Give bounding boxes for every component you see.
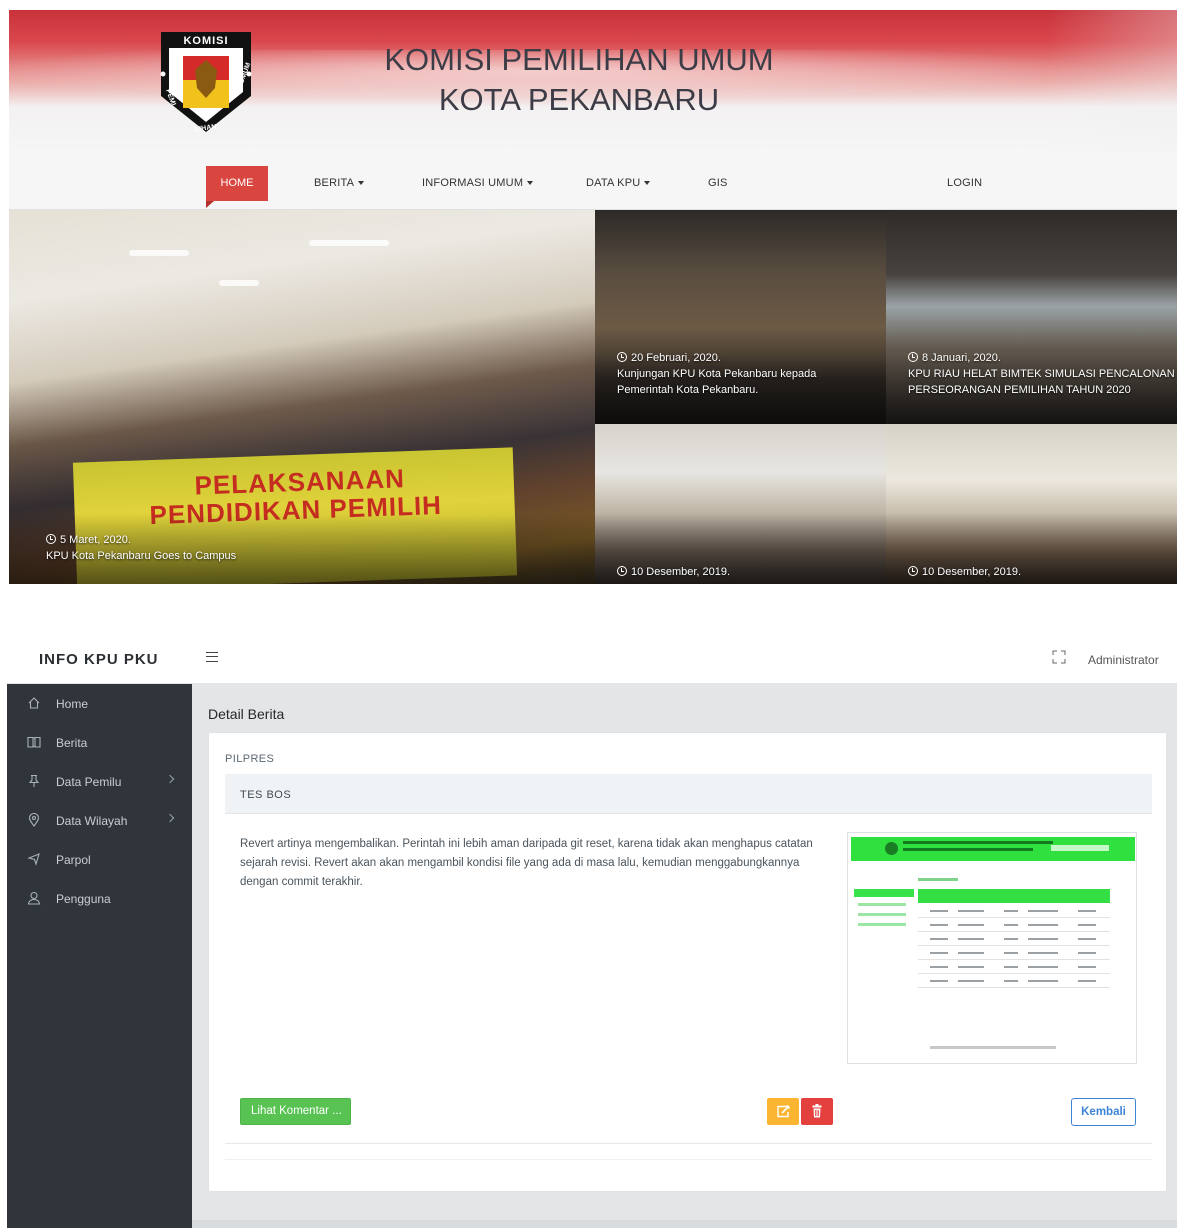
news-title-bar: TES BOS	[225, 774, 1152, 814]
news-title-line-1[interactable]: Kunjungan KPU Kota Pekanbaru kepada	[617, 366, 816, 382]
nav-berita-label: BERITA	[314, 177, 355, 189]
site-title: KOMISI PEMILIHAN UMUM KOTA PEKANBARU	[369, 40, 789, 120]
flag-icon	[27, 853, 40, 866]
edit-button[interactable]	[767, 1098, 799, 1125]
news-image	[847, 832, 1137, 1064]
location-icon	[28, 813, 40, 827]
news-title: TES BOS	[240, 789, 292, 801]
news-photo-featured[interactable]: PELAKSANAAN PENDIDIKAN PEMILIH 5 Maret, …	[9, 210, 595, 584]
nav-login[interactable]: LOGIN	[947, 177, 982, 189]
clock-icon	[617, 352, 627, 362]
news-date: 8 Januari, 2020.	[922, 352, 1001, 364]
home-icon	[28, 697, 40, 709]
site-title-line-1: KOMISI PEMILIHAN UMUM	[384, 42, 774, 77]
sidebar: Home Berita Data Pemilu Data Wilayah Par…	[7, 684, 192, 1228]
news-caption: 5 Maret, 2020. KPU Kota Pekanbaru Goes t…	[46, 532, 236, 564]
divider	[225, 1159, 1152, 1160]
delete-button[interactable]	[801, 1098, 833, 1125]
news-caption: 10 Desember, 2019.	[908, 564, 1021, 580]
news-photo-4[interactable]: 10 Desember, 2019.	[595, 424, 886, 584]
user-menu[interactable]: Administrator	[1088, 653, 1159, 667]
site-header: KOMISI PEMI LIHAN UMUM KOMISI PEMILIHAN …	[9, 10, 1177, 153]
news-date: 10 Desember, 2019.	[922, 566, 1022, 578]
footer	[192, 1220, 1177, 1228]
logo-top-text: KOMISI	[183, 35, 228, 47]
page-title: Detail Berita	[208, 706, 285, 722]
sidebar-item-label: Data Pemilu	[56, 775, 122, 789]
news-photo-2[interactable]: 20 Februari, 2020. Kunjungan KPU Kota Pe…	[595, 210, 886, 424]
nav-home[interactable]: HOME	[206, 166, 268, 208]
nav-data-kpu-label: DATA KPU	[586, 177, 641, 189]
news-date: 20 Februari, 2020.	[631, 352, 721, 364]
news-body: Revert artinya mengembalikan. Perintah i…	[240, 838, 813, 888]
trash-icon	[812, 1104, 822, 1118]
sidebar-item-label: Home	[56, 697, 89, 711]
news-title-line-2[interactable]: Pemerintah Kota Pekanbaru.	[617, 382, 816, 398]
caret-down-icon	[644, 181, 651, 186]
kpu-logo[interactable]: KOMISI PEMI LIHAN UMUM	[157, 24, 255, 136]
admin-topbar: INFO KPU PKU Administrator	[7, 632, 1177, 684]
news-title-line-1[interactable]: KPU RIAU HELAT BIMTEK SIMULASI PENCALONA…	[908, 366, 1175, 382]
admin-brand[interactable]: INFO KPU PKU	[39, 651, 159, 668]
kpu-website-screenshot: KOMISI PEMI LIHAN UMUM KOMISI PEMILIHAN …	[9, 10, 1177, 584]
caret-down-icon	[527, 181, 534, 186]
nav-informasi-label: INFORMASI UMUM	[422, 177, 524, 189]
news-detail-card: PILPRES TES BOS Revert artinya mengembal…	[208, 732, 1167, 1192]
sidebar-item-home[interactable]: Home	[7, 684, 192, 723]
clock-icon	[617, 566, 627, 576]
news-gallery: PELAKSANAAN PENDIDIKAN PEMILIH 5 Maret, …	[9, 210, 1177, 584]
nav-informasi-umum[interactable]: INFORMASI UMUM	[422, 177, 534, 189]
sidebar-item-label: Parpol	[56, 853, 91, 867]
site-navbar: HOME BERITA INFORMASI UMUM DATA KPU GIS …	[9, 153, 1177, 210]
user-icon	[27, 891, 41, 905]
sidebar-item-berita[interactable]: Berita	[7, 723, 192, 762]
chevron-right-icon	[165, 813, 175, 823]
kembali-button[interactable]: Kembali	[1071, 1098, 1136, 1126]
clock-icon	[908, 352, 918, 362]
news-caption: 10 Desember, 2019.	[617, 564, 730, 580]
clock-icon	[908, 566, 918, 576]
nav-data-kpu[interactable]: DATA KPU	[586, 177, 651, 189]
nav-gis[interactable]: GIS	[708, 177, 728, 189]
sidebar-item-parpol[interactable]: Parpol	[7, 840, 192, 879]
news-photo-5[interactable]: 10 Desember, 2019.	[886, 424, 1177, 584]
edit-icon	[777, 1104, 791, 1118]
news-date: 5 Maret, 2020.	[60, 534, 131, 546]
news-title[interactable]: KPU Kota Pekanbaru Goes to Campus	[46, 548, 236, 564]
caret-down-icon	[358, 181, 365, 186]
sidebar-item-data-pemilu[interactable]: Data Pemilu	[7, 762, 192, 801]
admin-panel-screenshot: INFO KPU PKU Administrator Home Berita D…	[7, 632, 1177, 1228]
lihat-komentar-button[interactable]: Lihat Komentar ...	[240, 1098, 351, 1125]
news-caption: 20 Februari, 2020. Kunjungan KPU Kota Pe…	[617, 350, 816, 398]
news-photo-3[interactable]: 8 Januari, 2020. KPU RIAU HELAT BIMTEK S…	[886, 210, 1177, 424]
main-content: Detail Berita PILPRES TES BOS Revert art…	[192, 684, 1177, 1228]
hamburger-menu-icon[interactable]	[206, 652, 218, 662]
news-category: PILPRES	[225, 753, 275, 765]
fullscreen-icon[interactable]	[1052, 650, 1066, 664]
sidebar-item-pengguna[interactable]: Pengguna	[7, 879, 192, 918]
pin-icon	[28, 774, 40, 787]
sidebar-item-label: Pengguna	[56, 892, 111, 906]
news-caption: 8 Januari, 2020. KPU RIAU HELAT BIMTEK S…	[908, 350, 1175, 398]
sidebar-item-data-wilayah[interactable]: Data Wilayah	[7, 801, 192, 840]
book-icon	[27, 736, 41, 748]
news-date: 10 Desember, 2019.	[631, 566, 731, 578]
site-title-line-2: KOTA PEKANBARU	[438, 82, 720, 117]
sidebar-item-label: Berita	[56, 736, 88, 750]
divider	[225, 1143, 1152, 1144]
chevron-right-icon	[165, 774, 175, 784]
sidebar-item-label: Data Wilayah	[56, 814, 128, 828]
news-title-line-2[interactable]: PERSEORANGAN PEMILIHAN TAHUN 2020	[908, 382, 1175, 398]
clock-icon	[46, 534, 56, 544]
nav-berita[interactable]: BERITA	[314, 177, 365, 189]
